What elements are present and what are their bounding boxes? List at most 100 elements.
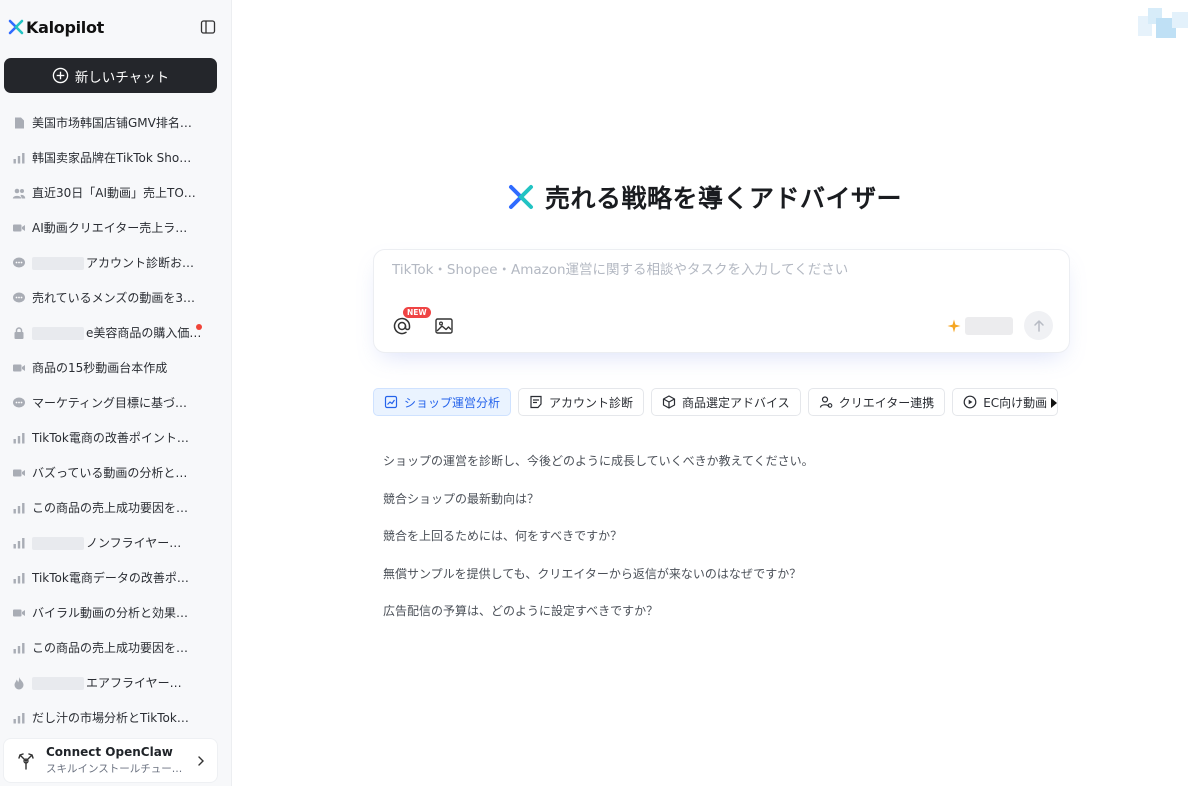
chat-history-text: TikTok電商データの改善ポ… [32,571,189,585]
chat-history-title: この商品の売上成功要因を… [32,639,188,656]
suggestion-item[interactable]: 無償サンプルを提供しても、クリエイターから返信が来ないのはなぜですか？ [383,565,814,603]
chat-history-title: エアフライヤー… [32,674,182,691]
chat-history-text: バズっている動画の分析と… [32,466,188,480]
chat-history-title: アカウント診断お… [32,254,194,271]
chat-history-text: e美容商品の購入価値… [86,326,213,340]
chat-history-item[interactable]: TikTok電商データの改善ポ… [0,560,231,595]
plus-circle-icon [52,67,69,84]
kalopilot-logo-icon [8,19,24,35]
bar-chart-icon [12,501,26,515]
chart-image-icon [384,395,398,409]
chevron-right-icon [198,755,204,766]
chat-history-title: TikTok電商データの改善ポ… [32,569,189,586]
chat-history-item[interactable]: 韩国卖家品牌在TikTok Sho… [0,140,231,175]
sidebar-toggle-icon[interactable] [200,19,216,35]
send-button[interactable] [1024,311,1053,340]
chat-history-item[interactable]: 商品の15秒動画台本作成 [0,350,231,385]
redacted-text [32,677,84,690]
chat-history-text: 売れているメンズの動画を3… [32,291,196,305]
chat-history-item[interactable]: 直近30日「AI動画」売上TO… [0,175,231,210]
chat-history-item[interactable]: アカウント診断お… [0,245,231,280]
chat-bubble-icon [12,396,26,410]
chat-history-item[interactable]: AI動画クリエイター売上ラ… [0,210,231,245]
category-chip[interactable]: ショップ運営分析 [373,388,512,416]
category-chip[interactable]: アカウント診断 [518,388,645,416]
brand-name: Kalopilot [26,17,105,37]
category-chip[interactable]: EC向け動画 [952,388,1059,416]
image-upload-icon[interactable] [434,316,454,336]
chat-history-item[interactable]: バズっている動画の分析と… [0,455,231,490]
chat-history-text: だし汁の市場分析とTikTok… [32,711,189,725]
bar-chart-icon [12,536,26,550]
openclaw-title: Connect OpenClaw [46,745,173,759]
model-name-redacted [965,317,1013,335]
video-icon [12,221,26,235]
category-chip[interactable]: クリエイター連携 [807,388,946,416]
suggestion-list: ショップの運営を診断し、今後どのように成長していくべきか教えてください。 競合ショ… [383,452,814,640]
kalopilot-logo-icon [509,185,533,209]
chat-history-title: バイラル動画の分析と効果… [32,604,188,621]
category-chips: ショップ運営分析 アカウント診断 商品選定アドバイス クリエイター連携 EC向け動画 [373,388,1063,416]
user-avatar[interactable] [1138,8,1188,38]
chat-history-title: AI動画クリエイター売上ラ… [32,219,187,236]
connect-openclaw-card[interactable]: Connect OpenClaw スキルインストールチュートリアル [4,739,217,782]
bar-chart-icon [12,151,26,165]
hero-title: 売れる戦略を導くアドバイザー [545,184,903,213]
chat-history-text: ノンフライヤー… [86,536,182,550]
video-icon [12,466,26,480]
category-chip-label: 商品選定アドバイス [682,395,790,410]
composer: NEW [373,249,1070,353]
chat-history-item[interactable]: TikTok電商の改善ポイント… [0,420,231,455]
mention-icon[interactable] [392,316,412,336]
document-icon [12,116,26,130]
chat-history-title: 直近30日「AI動画」売上TO… [32,184,196,201]
chat-history-item[interactable]: e美容商品の購入価値… [0,315,231,350]
chat-history-item[interactable]: バイラル動画の分析と効果… [0,595,231,630]
flame-icon [12,676,26,690]
model-selector[interactable] [947,316,1013,336]
chat-history-item[interactable]: 売れているメンズの動画を3… [0,280,231,315]
chat-history-item[interactable]: 美国市场韩国店铺GMV排名… [0,105,231,140]
sidebar: Kalopilot 新しいチャット 美国市场韩国店铺GMV排名… 韩国卖家品牌在T… [0,0,232,786]
user-link-icon [819,396,833,408]
lock-icon [12,326,26,340]
chat-history-text: 韩国卖家品牌在TikTok Sho… [32,151,192,165]
chat-history-text: 直近30日「AI動画」売上TO… [32,186,196,200]
suggestion-item[interactable]: 競合ショップの最新動向は？ [383,490,814,528]
unread-dot [196,324,202,330]
new-chat-button[interactable]: 新しいチャット [4,58,217,93]
suggestion-item[interactable]: 広告配信の予算は、どのように設定すべきですか？ [383,602,814,640]
bar-chart-icon [12,431,26,445]
chat-history-title: TikTok電商の改善ポイント… [32,429,189,446]
chat-history-item[interactable]: ノンフライヤー… [0,525,231,560]
chat-history-item[interactable]: この商品の売上成功要因を… [0,490,231,525]
chat-history-text: この商品の売上成功要因を… [32,641,189,655]
chat-history-text: マーケティング目標に基づ… [32,396,188,410]
redacted-text [32,327,84,340]
suggestion-item[interactable]: ショップの運営を診断し、今後どのように成長していくべきか教えてください。 [383,452,814,490]
redacted-text [32,537,84,550]
chat-history-item[interactable]: マーケティング目標に基づ… [0,385,231,420]
users-icon [12,186,26,200]
chat-history-item[interactable]: だし汁の市場分析とTikTok… [0,700,231,733]
redacted-text [32,257,84,270]
box-icon [662,395,676,409]
bar-chart-icon [12,711,26,725]
chat-history-text: エアフライヤー… [86,676,182,690]
chat-history-text: アカウント診断お… [86,256,195,270]
category-chip-label: ショップ運営分析 [404,395,501,410]
suggestion-item[interactable]: 競合を上回るためには、何をすべきですか？ [383,527,814,565]
chat-history-item[interactable]: この商品の売上成功要因を… [0,630,231,665]
chat-history-text: 商品の15秒動画台本作成 [32,361,168,375]
prompt-input[interactable] [392,262,1032,278]
chat-history-title: マーケティング目標に基づ… [32,394,187,411]
brand[interactable]: Kalopilot [8,16,104,38]
chat-bubble-icon [12,256,26,270]
chat-history-title: e美容商品の購入価値… [32,324,213,341]
new-chat-label: 新しいチャット [74,69,170,86]
scroll-right-icon[interactable] [1050,398,1058,408]
chat-history-title: ノンフライヤー… [32,534,181,551]
chat-history-title: この商品の売上成功要因を… [32,499,188,516]
category-chip[interactable]: 商品選定アドバイス [651,388,801,416]
chat-history-item[interactable]: エアフライヤー… [0,665,231,700]
